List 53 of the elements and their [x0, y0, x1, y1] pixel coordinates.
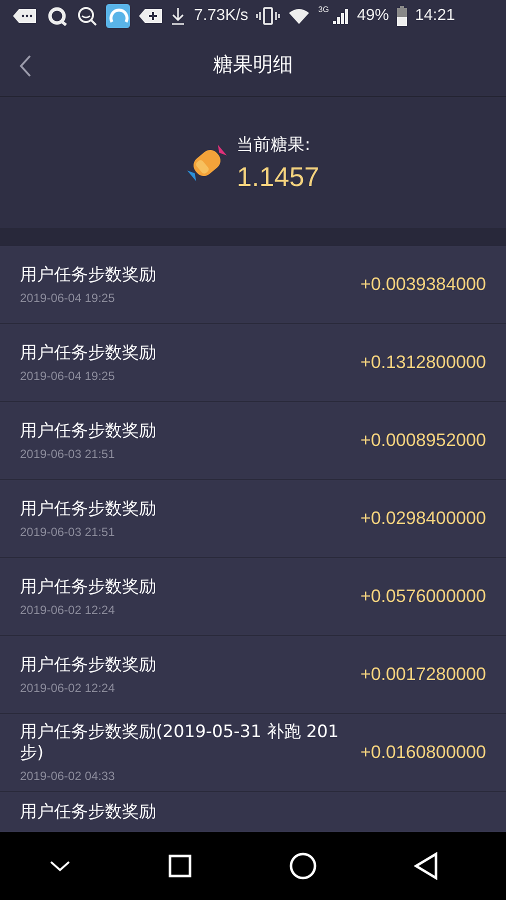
record-title: 用户任务步数奖励: [20, 802, 157, 823]
home-button[interactable]: [288, 852, 316, 880]
record-time: 2019-06-04 19:25: [20, 368, 116, 382]
network-speed: 7.73K/s: [194, 7, 248, 25]
record-time: 2019-06-03 21:51: [20, 524, 116, 538]
circle-icon: [288, 852, 316, 880]
page-title: 糖果明细: [213, 50, 293, 78]
vibrate-icon: [256, 7, 280, 25]
battery-icon: [396, 6, 407, 26]
wifi-icon: [288, 7, 310, 25]
record-time: 2019-06-04 19:25: [20, 290, 116, 304]
record-title: 用户任务步数奖励(2019-05-31 补跑 201步): [20, 722, 340, 764]
download-icon: [170, 7, 186, 25]
recents-button[interactable]: [168, 854, 192, 878]
record-amount: +0.0160800000: [360, 742, 486, 763]
record-row[interactable]: 用户任务步数奖励 2019-06-03 21:51 +0.0298400000: [0, 480, 506, 558]
record-time: 2019-06-03 21:51: [20, 446, 116, 460]
record-amount: +0.0576000000: [360, 586, 486, 607]
record-title: 用户任务步数奖励: [20, 576, 157, 598]
record-row[interactable]: 用户任务步数奖励 2019-06-03 21:51 +0.0008952000: [0, 402, 506, 480]
record-row[interactable]: 用户任务步数奖励 2019-06-02 12:24 +0.0576000000: [0, 558, 506, 636]
record-time: 2019-06-02 12:24: [20, 602, 116, 616]
record-amount: +0.0039384000: [360, 274, 486, 295]
record-title: 用户任务步数奖励: [20, 420, 157, 442]
record-title: 用户任务步数奖励: [20, 654, 157, 676]
record-row[interactable]: 用户任务步数奖励(2019-05-31 补跑 201步) 2019-06-02 04:33 +0.0160800000: [0, 714, 506, 792]
balance-value: 1.1457: [236, 162, 320, 192]
square-icon: [168, 854, 192, 878]
signal-icon: [330, 7, 349, 25]
record-title: 用户任务步数奖励: [20, 264, 157, 286]
record-row[interactable]: 用户任务步数奖励 2019-06-04 19:25 +0.1312800000: [0, 324, 506, 402]
balance-label: 当前糖果:: [236, 134, 312, 156]
clock: 14:21: [414, 7, 456, 25]
collapse-button[interactable]: [48, 860, 70, 872]
battery-level: 49%: [356, 7, 389, 25]
chevron-down-icon: [48, 860, 70, 872]
record-row[interactable]: 用户任务步数奖励 2019-06-02 12:24 +0.0017280000: [0, 636, 506, 714]
record-time: 2019-06-02 04:33: [20, 769, 116, 783]
record-amount: +0.1312800000: [360, 352, 486, 373]
record-amount: +0.0008952000: [360, 430, 486, 451]
record-time: 2019-06-02 12:24: [20, 680, 116, 694]
record-amount: +0.0017280000: [360, 664, 486, 685]
record-amount: +0.0298400000: [360, 508, 486, 529]
add-tag-icon: [138, 7, 162, 25]
message-icon: [12, 7, 38, 25]
record-title: 用户任务步数奖励: [20, 342, 157, 364]
search-icon: [76, 6, 98, 26]
network-type: 3G: [318, 5, 329, 14]
record-title: 用户任务步数奖励: [20, 498, 157, 520]
record-row[interactable]: 用户任务步数奖励 2019-06-04 19:25 +0.0039384000: [0, 246, 506, 324]
app-icon: [106, 4, 130, 28]
triangle-icon: [414, 852, 438, 880]
back-button[interactable]: [414, 852, 438, 880]
